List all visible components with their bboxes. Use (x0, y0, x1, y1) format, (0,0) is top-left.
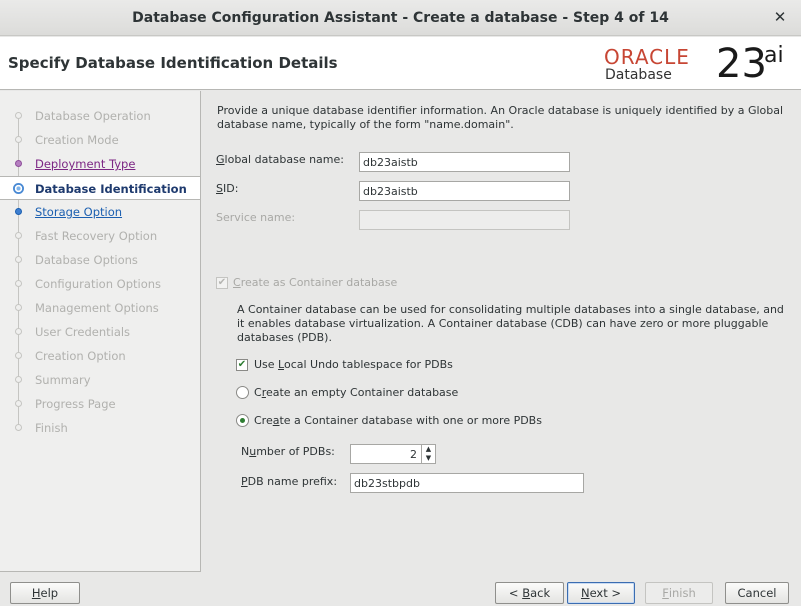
nav-step-progress-page: Progress Page (0, 392, 200, 416)
next-button[interactable]: Next > (567, 582, 635, 604)
num-pdbs-value: 2 (410, 448, 417, 461)
service-name-input[interactable] (359, 210, 570, 230)
logo-suffix: ai (764, 43, 784, 68)
nav-step-creation-mode: Creation Mode (0, 128, 200, 152)
num-pdbs-spinner[interactable]: 2 ▲ ▼ (350, 444, 436, 464)
step-marker-icon (15, 208, 22, 215)
nav-step-label: Creation Mode (35, 133, 119, 147)
step-marker-icon (15, 280, 22, 287)
step-marker-icon (15, 304, 22, 311)
nav-step-database-options: Database Options (0, 248, 200, 272)
container-db-label: Create as Container database (233, 276, 398, 289)
cancel-button[interactable]: Cancel (725, 582, 789, 604)
step-marker-icon (15, 328, 22, 335)
global-db-name-label: Global database name: (216, 153, 344, 166)
nav-step-label: Summary (35, 373, 91, 387)
step-marker-icon (15, 352, 22, 359)
nav-step-label: Storage Option (35, 205, 123, 219)
nav-step-database-operation: Database Operation (0, 104, 200, 128)
intro-text: Provide a unique database identifier inf… (217, 104, 784, 131)
nav-step-deployment-type[interactable]: Deployment Type (0, 152, 200, 176)
nav-step-label: Database Operation (35, 109, 151, 123)
local-undo-label: Use Local Undo tablespace for PDBs (254, 358, 453, 371)
window-title: Database Configuration Assistant - Creat… (132, 9, 669, 26)
step-marker-icon (15, 136, 22, 143)
sid-label: SID: (216, 182, 239, 195)
step-marker-icon (15, 400, 22, 407)
logo-version: 23 (716, 41, 767, 87)
nav-step-label: Management Options (35, 301, 159, 315)
back-button[interactable]: < Back (495, 582, 564, 604)
step-navigation: Database Operation Creation Mode Deploymen… (0, 91, 201, 572)
help-button[interactable]: Help (10, 582, 80, 604)
pdb-prefix-input[interactable]: db23stbpdb (350, 473, 584, 493)
empty-cdb-radio[interactable] (236, 386, 249, 399)
nav-step-management-options: Management Options (0, 296, 200, 320)
nav-step-finish: Finish (0, 416, 200, 440)
page-header: Specify Database Identification Details … (0, 37, 801, 90)
window-titlebar: Database Configuration Assistant - Creat… (0, 0, 801, 36)
num-pdbs-label: Number of PDBs: (241, 445, 335, 458)
pdb-prefix-label: PDB name prefix: (241, 475, 338, 488)
nav-step-label: Fast Recovery Option (35, 229, 158, 243)
spinner-up-icon[interactable]: ▲ (422, 445, 435, 454)
nav-step-label: Deployment Type (35, 157, 136, 171)
global-db-name-input[interactable]: db23aistb (359, 152, 570, 172)
nav-step-configuration-options: Configuration Options (0, 272, 200, 296)
step-marker-icon (15, 376, 22, 383)
logo-brand: ORACLE (604, 45, 690, 69)
nav-step-label: Database Options (35, 253, 138, 267)
cdb-with-pdbs-radio[interactable] (236, 414, 249, 427)
step-marker-icon (15, 112, 22, 119)
nav-step-label: Progress Page (35, 397, 116, 411)
step-marker-icon (15, 160, 22, 167)
spinner-arrows: ▲ ▼ (421, 445, 435, 463)
logo-product: Database (605, 67, 672, 83)
step-marker-icon (15, 256, 22, 263)
finish-button[interactable]: Finish (645, 582, 713, 604)
nav-step-label: Creation Option (35, 349, 126, 363)
local-undo-checkbox[interactable]: ✔ (236, 359, 248, 371)
empty-cdb-label: Create an empty Container database (254, 386, 459, 399)
close-icon[interactable]: ✕ (771, 8, 789, 26)
container-db-checkbox[interactable]: ✔ (216, 277, 228, 289)
step-marker-icon (13, 183, 24, 194)
nav-step-label: Finish (35, 421, 68, 435)
sid-input[interactable]: db23aistb (359, 181, 570, 201)
oracle-database-logo: ORACLE Database 23 ai (604, 41, 794, 87)
nav-step-label: Database Identification (35, 182, 187, 196)
cdb-with-pdbs-label: Create a Container database with one or … (254, 414, 542, 427)
nav-step-label: User Credentials (35, 325, 131, 339)
step-marker-icon (15, 232, 22, 239)
nav-step-database-identification: Database Identification (0, 176, 200, 200)
container-db-description: A Container database can be used for con… (237, 303, 784, 344)
step-marker-icon (15, 424, 22, 431)
nav-step-summary: Summary (0, 368, 200, 392)
content-panel: Provide a unique database identifier inf… (201, 91, 801, 572)
nav-step-label: Configuration Options (35, 277, 162, 291)
page-title: Specify Database Identification Details (8, 54, 338, 72)
service-name-label: Service name: (216, 211, 296, 224)
nav-step-fast-recovery-option: Fast Recovery Option (0, 224, 200, 248)
nav-step-storage-option[interactable]: Storage Option (0, 200, 200, 224)
spinner-down-icon[interactable]: ▼ (422, 454, 435, 463)
nav-step-user-credentials: User Credentials (0, 320, 200, 344)
nav-step-creation-option: Creation Option (0, 344, 200, 368)
